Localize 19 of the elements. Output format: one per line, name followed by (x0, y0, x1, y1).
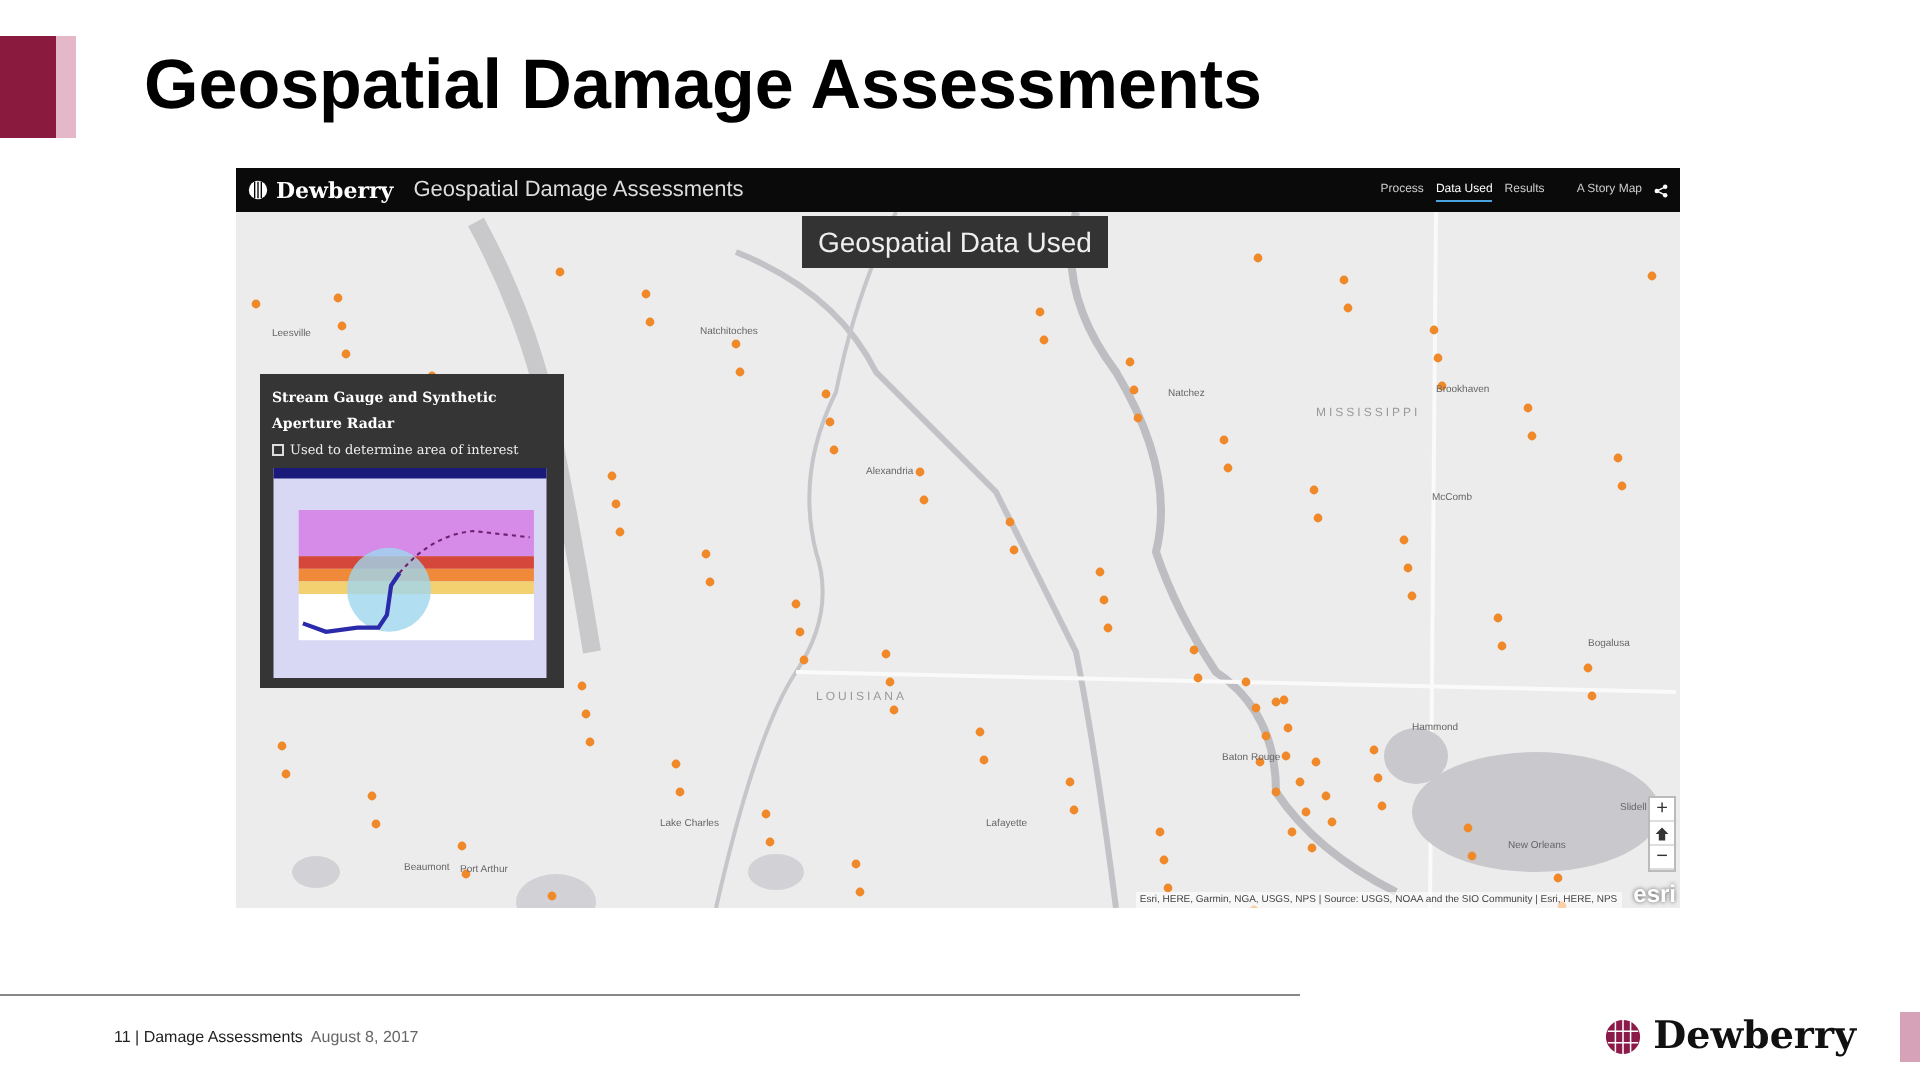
footer-date: August 8, 2017 (310, 1027, 419, 1045)
slide-title: Geospatial Damage Assessments (144, 48, 1262, 125)
home-button[interactable] (1650, 822, 1674, 846)
bullet-icon (272, 444, 284, 457)
footer-logo: Dewberry (1653, 1014, 1856, 1058)
zoom-in-button[interactable]: + (1650, 798, 1674, 822)
app-title: Geospatial Damage Assessments (413, 178, 744, 202)
home-icon (1654, 825, 1670, 841)
brand-name: Dewberry (276, 177, 394, 203)
share-icon[interactable] (1654, 183, 1668, 197)
watermark-circle (347, 548, 431, 633)
logo-icon (248, 180, 268, 200)
esri-logo: esri (1633, 880, 1678, 908)
footer-section: 11 | Damage Assessments (114, 1027, 303, 1045)
observed-line (302, 572, 402, 635)
logo-icon (1603, 1017, 1642, 1055)
forecast-line (398, 530, 530, 575)
section-banner: Geospatial Data Used (802, 216, 1108, 268)
accent-bar (1900, 1012, 1920, 1062)
